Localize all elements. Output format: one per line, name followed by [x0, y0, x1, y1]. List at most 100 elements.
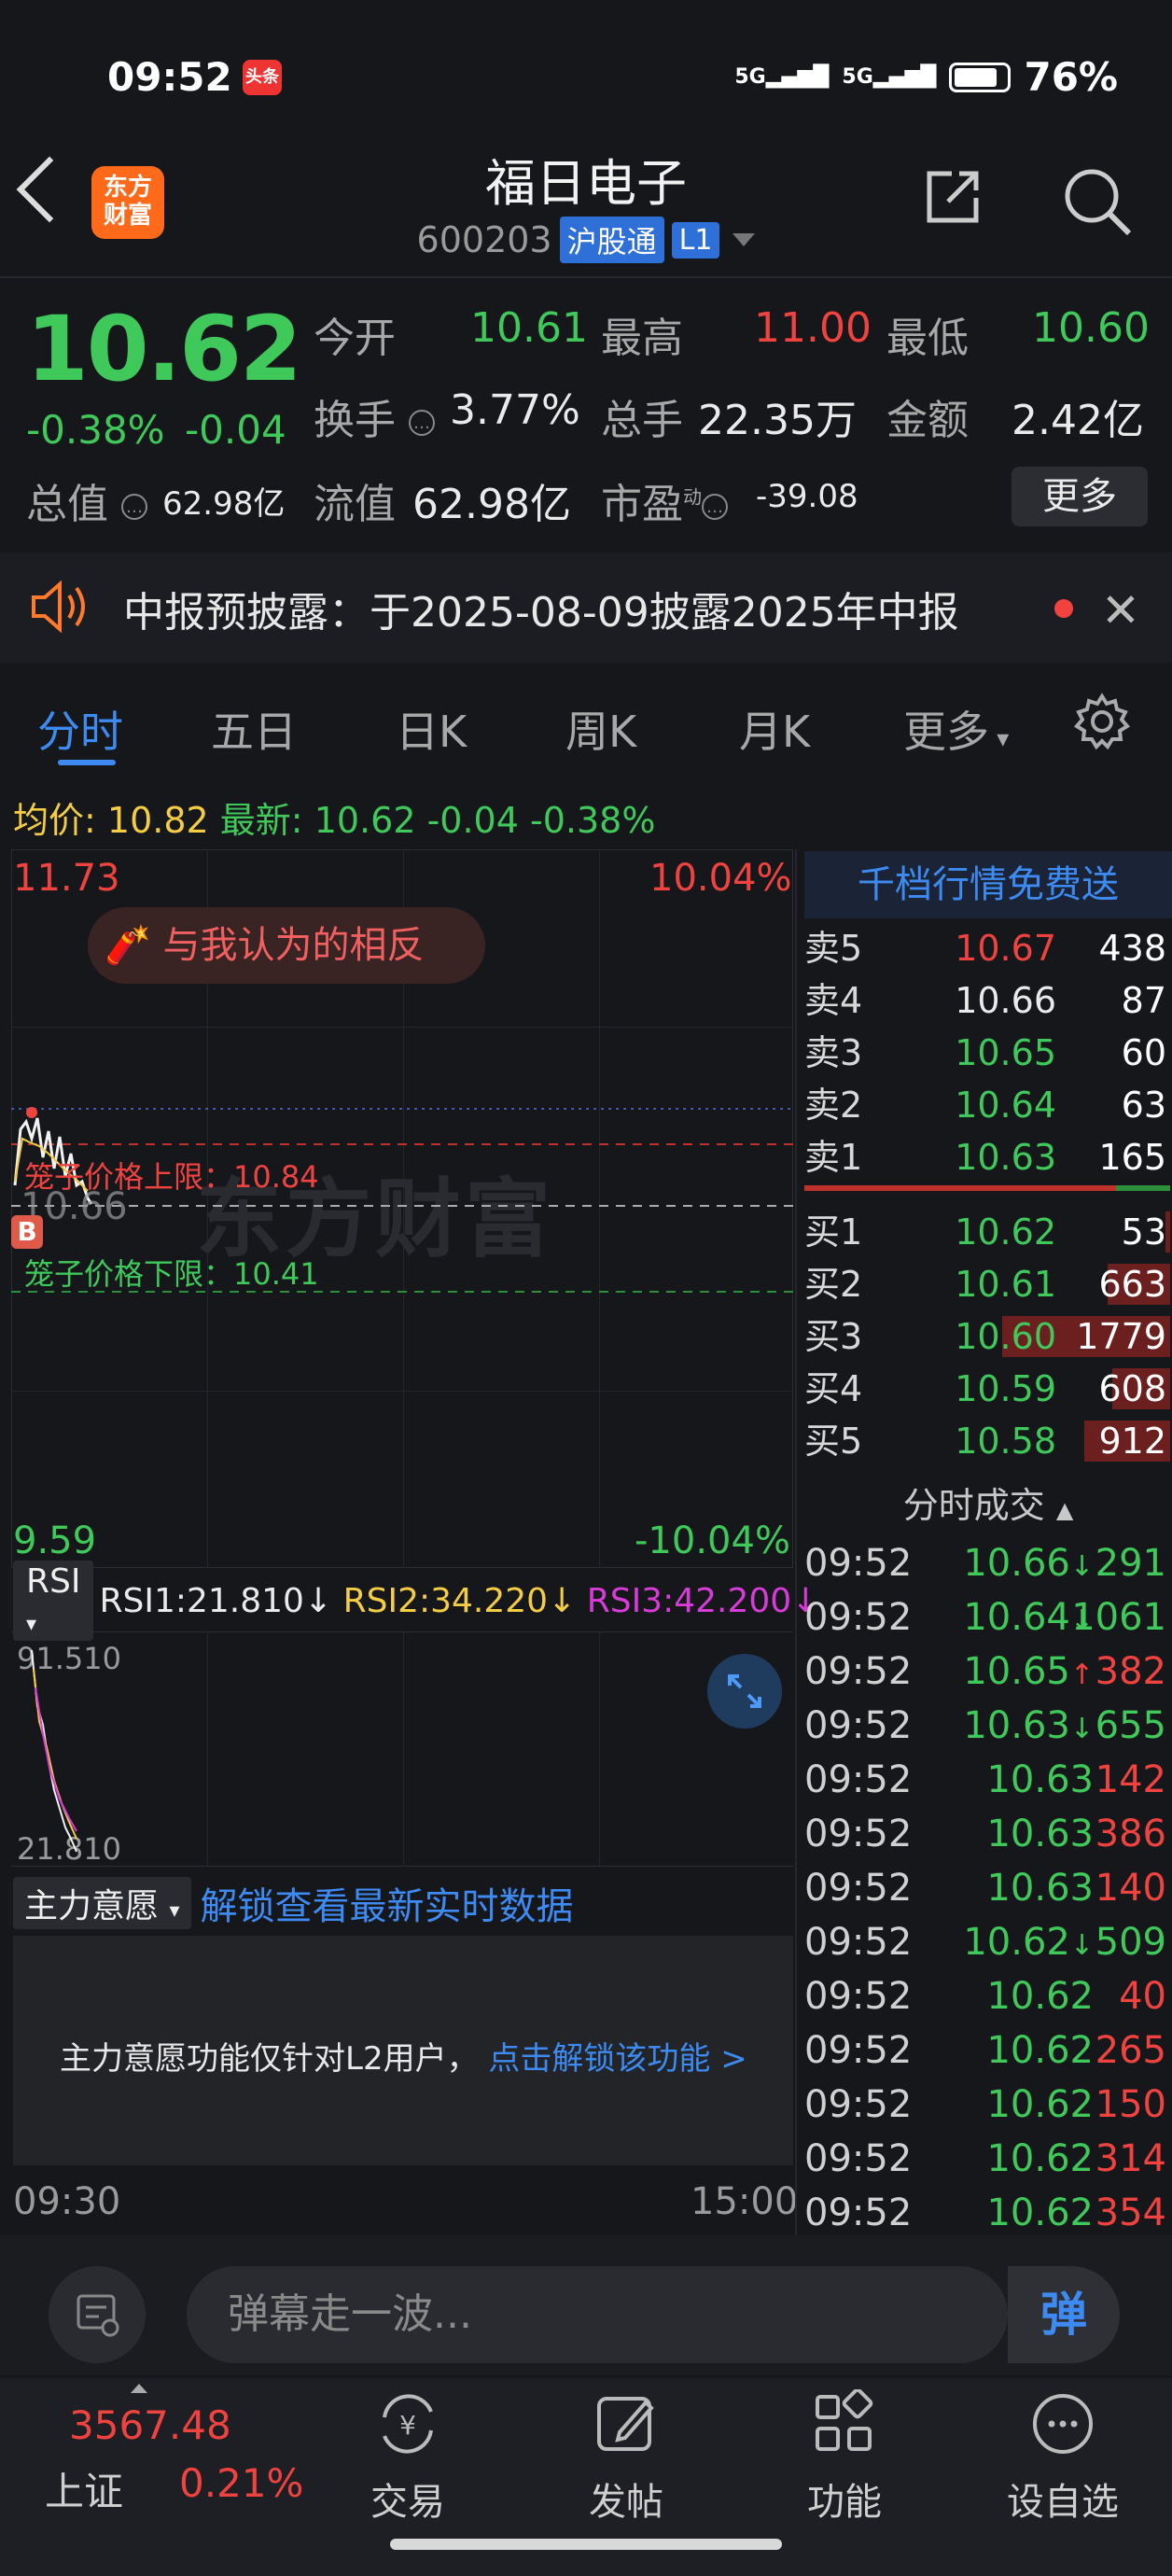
change-percent: -0.38% [26, 407, 165, 453]
tab-five-day[interactable]: 五日 [211, 698, 297, 760]
time-axis-end: 15:00 [691, 2180, 799, 2223]
more-dots-icon [1033, 2394, 1093, 2454]
gear-icon[interactable] [1073, 693, 1131, 750]
trade-icon: ¥ [383, 2394, 433, 2454]
mktcap-label: 总值 … [26, 470, 147, 530]
danmaku-input[interactable]: 弹幕走一波... [187, 2266, 1008, 2363]
open-value: 10.61 [470, 304, 588, 352]
tab-daily-k[interactable]: 日K [396, 698, 467, 760]
ask-price: 10.63 [955, 1137, 1056, 1178]
tick-row[interactable]: 09:52 10.62 354 [804, 2186, 1170, 2240]
open-label: 今开 [314, 315, 396, 362]
sentiment-bubble[interactable]: 🧨 与我认为的相反 [88, 907, 485, 984]
bid-row[interactable]: 买1 10.62 53 [804, 1206, 1170, 1258]
index-value[interactable]: 3567.48 [69, 2402, 231, 2448]
tick-row[interactable]: 09:52 10.63↓ 655 [804, 1699, 1170, 1753]
index-name[interactable]: 上证 [45, 2460, 123, 2517]
stock-code: 600203 [416, 219, 552, 260]
ask-row[interactable]: 卖1 10.63 165 [804, 1131, 1170, 1183]
bid-row[interactable]: 买4 10.59 608 [804, 1363, 1170, 1415]
ask-row[interactable]: 卖5 10.67 438 [804, 922, 1170, 974]
tick-row[interactable]: 09:52 10.62 40 [804, 1969, 1170, 2023]
buy-marker-b[interactable]: B [11, 1215, 43, 1249]
grid-line [403, 1631, 404, 1867]
bid-row[interactable]: 买5 10.58 912 [804, 1415, 1170, 1467]
tick-row[interactable]: 09:52 10.66↓ 291 [804, 1536, 1170, 1590]
latest-change: -0.04 [426, 800, 519, 841]
info-icon[interactable]: … [121, 494, 147, 520]
danmaku-toggle-button[interactable]: 弹 [1008, 2266, 1120, 2363]
share-icon[interactable] [924, 168, 982, 226]
turnover-label: 换手 … [314, 386, 435, 446]
latest-label: 最新: [219, 800, 303, 841]
tab-monthly-k[interactable]: 月K [739, 698, 810, 760]
bid-row[interactable]: 买2 10.61 663 [804, 1258, 1170, 1310]
info-icon[interactable]: … [409, 410, 435, 436]
tick-row[interactable]: 09:52 10.63 140 [804, 1861, 1170, 1915]
ask-row[interactable]: 卖4 10.66 87 [804, 974, 1170, 1027]
tick-price: 10.63 [986, 1867, 1094, 1910]
tick-time: 09:52 [804, 2137, 913, 2180]
nav-post[interactable]: 发帖 [556, 2389, 696, 2526]
index-percent[interactable]: 0.21% [179, 2460, 303, 2506]
unlock-link[interactable]: 解锁查看最新实时数据 [201, 1876, 574, 1930]
announcement-text[interactable]: 中报预披露：于2025-08-09披露2025年中报 [123, 579, 959, 638]
tick-time: 09:52 [804, 1975, 913, 2018]
tick-row[interactable]: 09:52 10.62 150 [804, 2078, 1170, 2132]
active-tab-indicator [58, 760, 116, 765]
tick-row[interactable]: 09:52 10.62 314 [804, 2132, 1170, 2186]
tick-row[interactable]: 09:52 10.63 142 [804, 1753, 1170, 1807]
tick-row[interactable]: 09:52 10.63 386 [804, 1807, 1170, 1861]
indicator-select[interactable]: RSI ▾ [13, 1561, 94, 1641]
tab-weekly-k[interactable]: 周K [565, 698, 636, 760]
stock-code-row[interactable]: 600203 沪股通 L1 [0, 217, 1172, 263]
home-indicator[interactable] [390, 2539, 782, 2550]
edit-icon [597, 2397, 654, 2451]
tab-more[interactable]: 更多 ▾ [903, 698, 1009, 760]
l2-notice: 主力意愿功能仅针对L2用户， 点击解锁该功能 > [60, 2033, 747, 2079]
main-intent-select[interactable]: 主力意愿 ▾ [13, 1877, 191, 1929]
chevron-down-icon[interactable] [732, 233, 756, 246]
time-axis-start: 09:30 [13, 2180, 121, 2223]
tick-volume: 354 [1095, 2191, 1166, 2234]
nav-add-watchlist[interactable]: 设自选 [993, 2389, 1133, 2526]
tick-row[interactable]: 09:52 10.62 265 [804, 2023, 1170, 2078]
nav-trade[interactable]: ¥ 交易 [338, 2389, 478, 2526]
grid-line [11, 1027, 793, 1028]
info-icon[interactable]: … [702, 494, 728, 520]
tick-price: 10.66↓ [963, 1542, 1094, 1585]
tick-time: 09:52 [804, 1921, 913, 1964]
close-icon[interactable]: ✕ [1101, 583, 1140, 637]
tick-volume: 140 [1095, 1867, 1166, 1910]
bid-row[interactable]: 买3 10.60 1779 [804, 1310, 1170, 1363]
chart-top-percent: 10.04% [649, 857, 792, 900]
tab-intraday[interactable]: 分时 [37, 698, 123, 760]
nav-trade-label: 交易 [370, 2481, 445, 2524]
amount-label: 金额 [886, 397, 969, 444]
orderbook-promo[interactable]: 千档行情免费送 [804, 851, 1172, 918]
ask-row[interactable]: 卖2 10.64 63 [804, 1079, 1170, 1131]
tick-row[interactable]: 09:52 10.64↓ 1061 [804, 1590, 1170, 1645]
ticks-title[interactable]: 分时成交 ▲ [804, 1477, 1172, 1528]
ask-row[interactable]: 卖3 10.65 60 [804, 1027, 1170, 1079]
tick-row[interactable]: 09:52 10.62↓ 509 [804, 1915, 1170, 1969]
more-button[interactable]: 更多 [1012, 467, 1148, 526]
high-value: 11.00 [754, 304, 872, 352]
note-settings-button[interactable] [49, 2266, 146, 2363]
tick-price: 10.62↓ [963, 1921, 1094, 1964]
rsi3-value: RSI3:42.200 [586, 1581, 792, 1620]
search-icon[interactable] [1062, 166, 1133, 237]
expand-icon[interactable] [707, 1654, 782, 1729]
chevron-up-icon[interactable] [131, 2384, 147, 2393]
level-badge: L1 [671, 221, 720, 259]
tick-row[interactable]: 09:52 10.65↑ 382 [804, 1645, 1170, 1699]
bid-price: 10.59 [955, 1368, 1056, 1409]
l2-notice-text: 主力意愿功能仅针对L2用户， [60, 2040, 479, 2078]
ask-price: 10.66 [955, 980, 1056, 1021]
nav-functions[interactable]: 功能 [774, 2387, 914, 2526]
bid-price: 10.60 [955, 1316, 1056, 1357]
unlock-feature-link[interactable]: 点击解锁该功能 > [488, 2040, 746, 2078]
tick-price: 10.65↑ [963, 1650, 1094, 1693]
pe-value: -39.08 [756, 478, 858, 515]
rsi-chart[interactable] [11, 1631, 793, 1867]
